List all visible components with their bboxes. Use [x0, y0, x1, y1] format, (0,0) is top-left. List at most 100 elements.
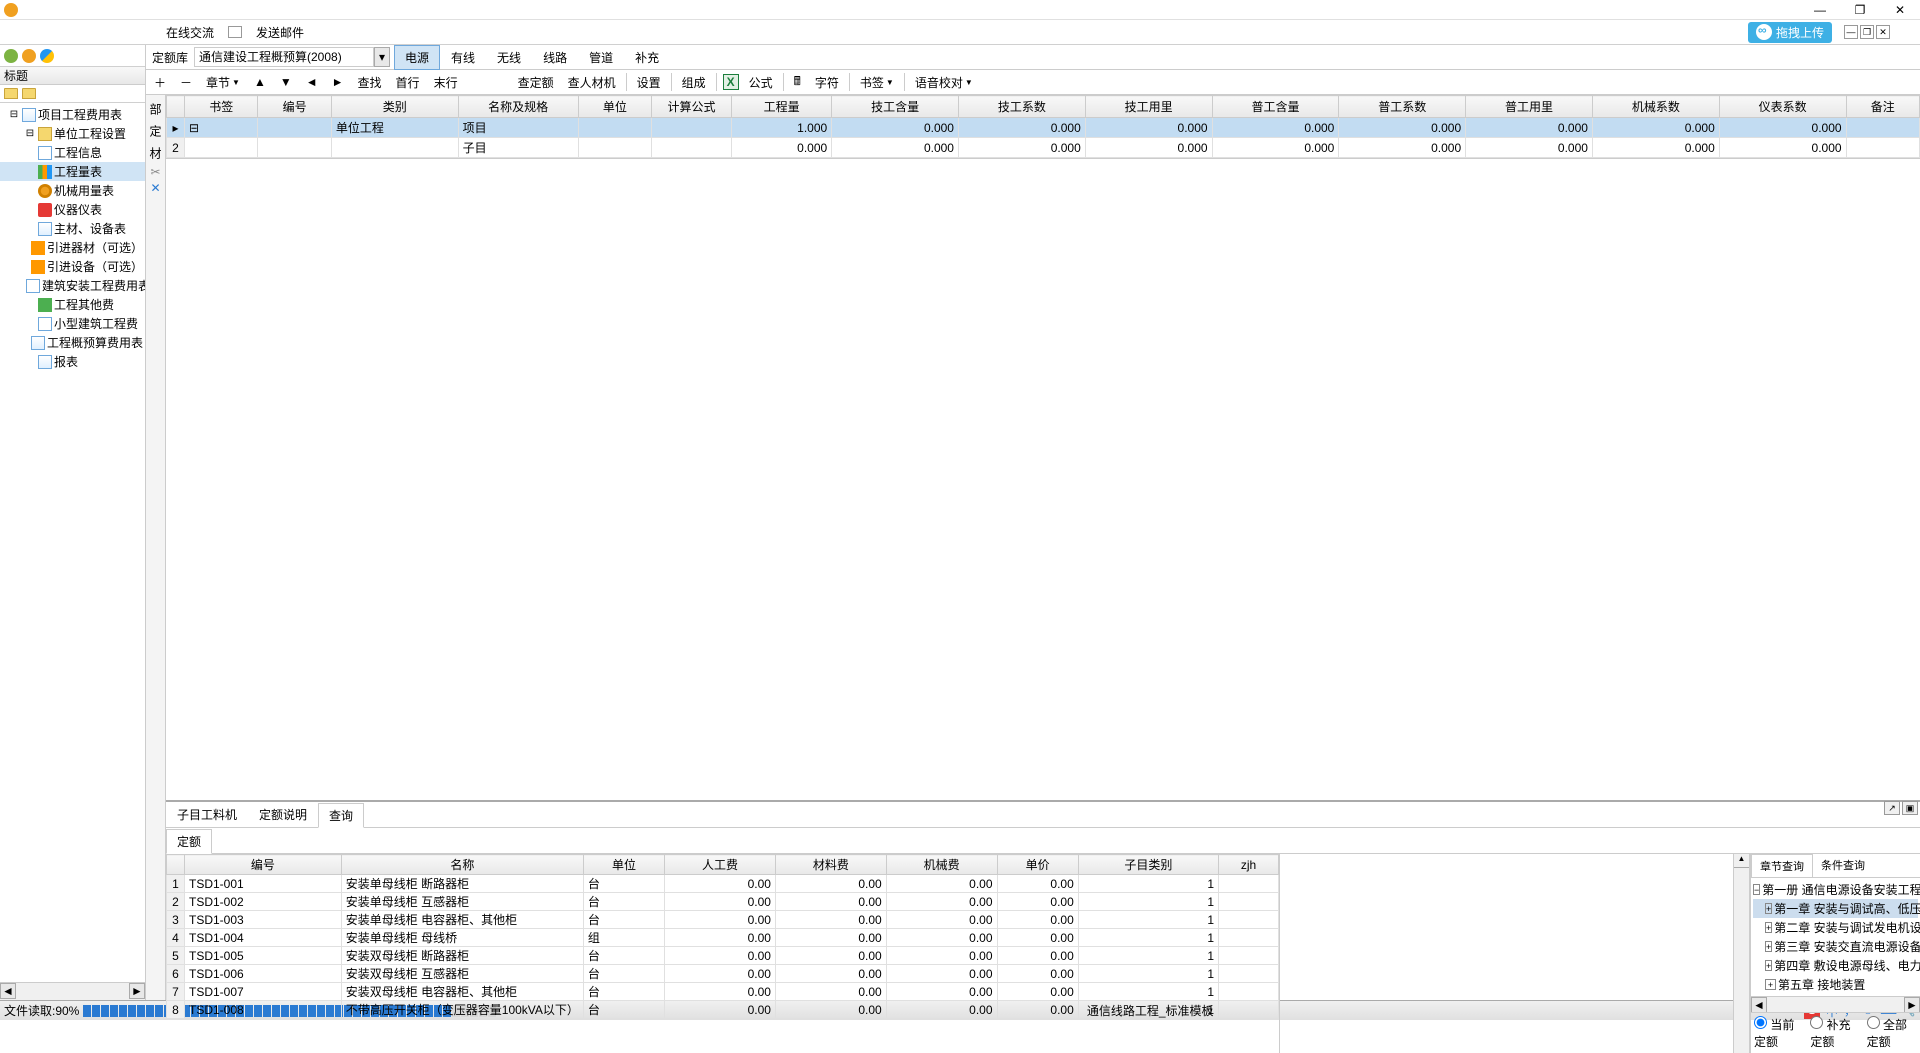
table-row[interactable]: 2TSD1-002安装单母线柜 互感器柜台0.000.000.000.001: [167, 893, 1279, 911]
sort-desc-button[interactable]: ▼: [276, 73, 296, 91]
column-header[interactable]: zjh: [1219, 855, 1279, 875]
table-row[interactable]: 3TSD1-003安装单母线柜 电容器柜、其他柜台0.000.000.000.0…: [167, 911, 1279, 929]
expand-icon[interactable]: +: [1765, 941, 1772, 952]
lib-tab[interactable]: 线路: [532, 45, 578, 70]
expand-icon[interactable]: +: [1765, 960, 1772, 971]
bottom-tab[interactable]: 子目工料机: [166, 802, 248, 827]
column-header[interactable]: 编号: [258, 96, 331, 118]
tree-node[interactable]: 引进器材（可选）: [0, 238, 145, 257]
column-header[interactable]: 普工含量: [1212, 96, 1339, 118]
remove-row-button[interactable]: －: [176, 72, 196, 93]
tree-node[interactable]: 机械用量表: [0, 181, 145, 200]
column-header[interactable]: 技工用里: [1085, 96, 1212, 118]
table-row[interactable]: 2子目0.0000.0000.0000.0000.0000.0000.0000.…: [167, 138, 1920, 158]
panel-popout-button[interactable]: ↗: [1884, 801, 1900, 815]
table-row[interactable]: 8TSD1-008不带高压开关柜（变压器容量100kVA以下）台0.000.00…: [167, 1001, 1279, 1019]
find-button[interactable]: 查找: [354, 72, 386, 93]
column-header[interactable]: 工程量: [732, 96, 832, 118]
chapter-tree[interactable]: − 第一册 通信电源设备安装工程 +第一章 安装与调试高、低压电+第二章 安装与…: [1751, 878, 1920, 996]
column-header[interactable]: 材料费: [775, 855, 886, 875]
remove-icon[interactable]: [22, 49, 36, 63]
filter-radio[interactable]: 全部定额: [1867, 1016, 1917, 1050]
side-tab-ding[interactable]: 定: [145, 121, 166, 141]
tree-node[interactable]: 主材、设备表: [0, 219, 145, 238]
tree-node[interactable]: 小型建筑工程费: [0, 314, 145, 333]
tree-node[interactable]: 建筑安装工程费用表: [0, 276, 145, 295]
column-header[interactable]: 仪表系数: [1719, 96, 1846, 118]
column-header[interactable]: 子目类别: [1078, 855, 1218, 875]
move-left-button[interactable]: ◄: [302, 73, 322, 91]
add-icon[interactable]: [4, 49, 18, 63]
scissors-icon[interactable]: ✂: [149, 165, 163, 179]
column-header[interactable]: 机械系数: [1592, 96, 1719, 118]
expand-icon[interactable]: +: [1765, 922, 1772, 933]
tree-node[interactable]: 工程其他费: [0, 295, 145, 314]
window-minimize-button[interactable]: —: [1800, 0, 1840, 20]
sort-asc-button[interactable]: ▲: [250, 73, 270, 91]
formula-button[interactable]: 公式: [745, 72, 777, 93]
column-header[interactable]: 书签: [185, 96, 258, 118]
expand-icon[interactable]: ⊟: [8, 109, 20, 121]
panel-minimize-button[interactable]: —: [1844, 25, 1858, 39]
move-right-button[interactable]: ►: [328, 73, 348, 91]
column-header[interactable]: 名称及规格: [458, 96, 578, 118]
window-close-button[interactable]: ✕: [1880, 0, 1920, 20]
calculator-icon[interactable]: 🖩: [790, 70, 805, 95]
filter-radio[interactable]: 补充定额: [1810, 1016, 1860, 1050]
expand-icon[interactable]: +: [1765, 903, 1772, 914]
bottom-tab[interactable]: 定额说明: [248, 802, 318, 827]
column-header[interactable]: 技工含量: [832, 96, 959, 118]
compose-button[interactable]: 组成: [678, 72, 710, 93]
tree-node[interactable]: 工程概预算费用表: [0, 333, 145, 352]
bookmark-dropdown[interactable]: 书签▼: [856, 72, 898, 93]
chapter-node[interactable]: +第五章 接地装置: [1753, 975, 1918, 994]
left-scrollbar[interactable]: ◄ ►: [0, 982, 145, 1000]
side-tab-bu[interactable]: 部: [145, 99, 166, 119]
table-row[interactable]: ▸⊟单位工程项目1.0000.0000.0000.0000.0000.0000.…: [167, 118, 1920, 138]
scroll-left-button[interactable]: ◄: [1751, 997, 1767, 1013]
scroll-right-button[interactable]: ►: [129, 983, 145, 999]
library-dropdown-button[interactable]: ▾: [374, 47, 390, 67]
lib-tab[interactable]: 管道: [578, 45, 624, 70]
voice-check-dropdown[interactable]: 语音校对▼: [911, 72, 977, 93]
column-header[interactable]: 计算公式: [652, 96, 732, 118]
library-select[interactable]: 通信建设工程概预算(2008): [194, 47, 374, 67]
tree-node[interactable]: 工程量表: [0, 162, 145, 181]
tree-node[interactable]: ⊟单位工程设置: [0, 124, 145, 143]
side-tab-cai[interactable]: 材: [145, 143, 166, 163]
tree-node[interactable]: 仪器仪表: [0, 200, 145, 219]
column-header[interactable]: 单位: [583, 855, 664, 875]
char-button[interactable]: 字符: [811, 72, 843, 93]
chart-icon[interactable]: [40, 49, 54, 63]
chapter-node[interactable]: +第三章 安装交直流电源设备、: [1753, 937, 1918, 956]
panel-collapse-button[interactable]: ▣: [1902, 801, 1918, 815]
first-row-button[interactable]: 首行: [392, 72, 424, 93]
send-mail-menu[interactable]: 发送邮件: [250, 22, 310, 43]
column-header[interactable]: 单价: [997, 855, 1078, 875]
settings-button[interactable]: 设置: [633, 72, 665, 93]
bottom-tab[interactable]: 查询: [318, 803, 364, 828]
expand-icon[interactable]: ⊟: [24, 128, 36, 140]
main-grid[interactable]: 书签编号类别名称及规格单位计算公式工程量技工含量技工系数技工用里普工含量普工系数…: [166, 95, 1920, 159]
chapter-root[interactable]: − 第一册 通信电源设备安装工程: [1753, 880, 1918, 899]
table-row[interactable]: 5TSD1-005安装双母线柜 断路器柜台0.000.000.000.001: [167, 947, 1279, 965]
check-quota-button[interactable]: 查定额: [514, 72, 558, 93]
panel-close-button[interactable]: ✕: [1876, 25, 1890, 39]
grid-scrollbar[interactable]: ▲: [1733, 854, 1749, 1053]
scroll-left-button[interactable]: ◄: [0, 983, 16, 999]
chapter-node[interactable]: +第一章 安装与调试高、低压电: [1753, 899, 1918, 918]
column-header[interactable]: 类别: [331, 96, 458, 118]
expand-icon[interactable]: +: [1765, 979, 1776, 990]
quota-grid[interactable]: 编号名称单位人工费材料费机械费单价子目类别zjh 1TSD1-001安装单母线柜…: [166, 854, 1280, 1053]
lib-tab[interactable]: 无线: [486, 45, 532, 70]
drag-upload-button[interactable]: 拖拽上传: [1748, 22, 1832, 43]
column-header[interactable]: 备注: [1846, 96, 1919, 118]
chapter-tab[interactable]: 章节查询: [1751, 854, 1813, 877]
tree-root[interactable]: ⊟ 项目工程费用表: [0, 105, 145, 124]
sub-tab-quota[interactable]: 定额: [166, 829, 212, 854]
scroll-right-button[interactable]: ►: [1904, 997, 1920, 1013]
online-exchange-menu[interactable]: 在线交流: [160, 22, 220, 43]
scroll-track[interactable]: [16, 983, 129, 1000]
column-header[interactable]: 名称: [341, 855, 583, 875]
column-header[interactable]: 编号: [185, 855, 342, 875]
